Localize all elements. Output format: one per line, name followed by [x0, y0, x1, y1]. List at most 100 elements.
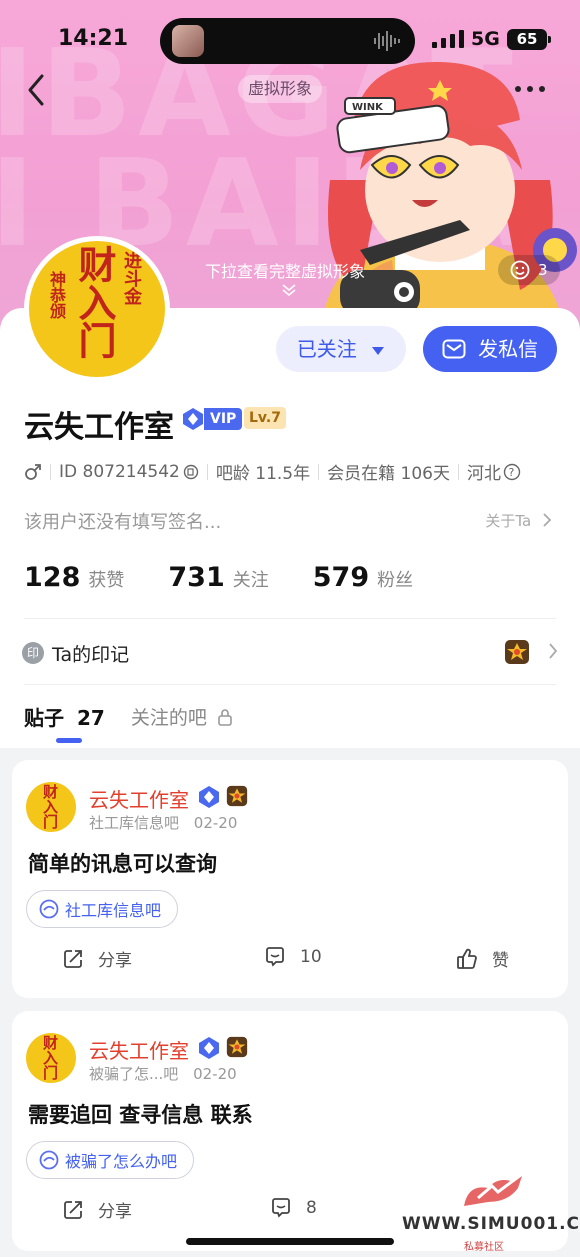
user-meta: ID 807214542 吧龄 11.5年 会员在籍 106天 河北 ? — [24, 459, 521, 484]
chevron-down-icon — [282, 284, 296, 297]
status-time: 14:21 — [58, 26, 129, 51]
stat-label: 获赞 — [88, 570, 125, 591]
battery-icon: 65 — [507, 29, 551, 50]
about-link[interactable]: 关于Ta — [485, 510, 552, 531]
medal-badge-icon — [505, 640, 529, 664]
comment-icon — [266, 947, 284, 967]
status-bar: 14:21 5G 65 — [0, 18, 580, 64]
post-card[interactable]: 财入门 云失工作室 社工库信息吧 02-20 简单的讯息可以查询 社工库信息吧 … — [12, 760, 568, 998]
bar-age: 吧龄 11.5年 — [215, 464, 311, 484]
smile-icon — [510, 260, 530, 280]
comment-button[interactable]: 8 — [270, 1197, 317, 1219]
svg-text:?: ? — [508, 466, 514, 479]
user-stats: 128 获赞 731 关注 579 粉丝 — [24, 562, 413, 593]
vip-diamond-icon — [199, 786, 219, 808]
send-message-label: 发私信 — [478, 337, 539, 361]
stat-number: 579 — [312, 562, 370, 593]
tab-followed-bars-label: 关注的吧 — [130, 707, 207, 729]
share-label: 分享 — [98, 1202, 132, 1222]
user-marks-row[interactable]: 印 Ta的印记 — [22, 638, 558, 668]
avatar-right-text: 进斗金 — [121, 251, 142, 305]
post-title[interactable]: 简单的讯息可以查询 — [28, 848, 217, 878]
avatar-image: 财入门 进斗金 神恭颁 — [29, 241, 165, 377]
virtual-avatar-illustration[interactable]: WINK — [300, 60, 580, 330]
copy-icon[interactable] — [183, 464, 199, 480]
signal-icon — [432, 30, 464, 48]
comment-icon — [272, 1198, 290, 1218]
avatar-left-text: 神恭颁 — [47, 271, 66, 319]
home-indicator[interactable] — [186, 1238, 394, 1245]
stat-followers[interactable]: 579 粉丝 — [313, 562, 413, 593]
watermark-site: WWW.SIMU001.CN — [402, 1214, 580, 1234]
user-avatar[interactable]: 财入门 进斗金 神恭颁 — [24, 236, 170, 382]
thumbs-up-icon — [457, 948, 477, 969]
post-author-badges — [198, 1036, 248, 1060]
tab-posts-label: 贴子 — [24, 706, 64, 730]
like-button[interactable]: 赞 — [456, 946, 509, 971]
svg-text:WINK: WINK — [352, 102, 384, 113]
divider — [24, 618, 556, 619]
stat-following[interactable]: 731 关注 — [168, 562, 268, 593]
post-date: 02-20 — [193, 814, 238, 832]
vip-diamond-icon — [183, 408, 203, 430]
mail-icon — [442, 339, 466, 359]
tab-indicator — [56, 738, 82, 743]
share-icon — [64, 1200, 82, 1219]
share-button[interactable]: 分享 — [62, 1197, 132, 1222]
post-author-badges — [198, 785, 248, 809]
marks-label: Ta的印记 — [52, 643, 130, 666]
watermark-logo-icon — [464, 1176, 522, 1206]
site-watermark: WWW.SIMU001.CN 私募社区 — [402, 1172, 580, 1257]
share-label: 分享 — [98, 951, 132, 971]
stat-label: 粉丝 — [377, 570, 414, 591]
post-bar-tag[interactable]: 社工库信息吧 — [26, 890, 179, 928]
vip-badge[interactable]: VIP — [182, 407, 243, 431]
vip-diamond-icon — [199, 1037, 219, 1059]
male-icon — [25, 463, 41, 480]
stat-likes[interactable]: 128 获赞 — [24, 562, 124, 593]
user-signature: 该用户还没有填写签名... — [24, 512, 222, 533]
post-author-avatar[interactable]: 财入门 — [26, 782, 76, 832]
avatar-big-text: 财入门 — [72, 245, 117, 359]
user-location: 河北 — [466, 464, 501, 484]
post-bar-tag-label: 被骗了怎么办吧 — [65, 1152, 178, 1171]
send-message-button[interactable]: 发私信 — [423, 326, 557, 372]
audio-wave-icon — [374, 31, 400, 51]
back-icon[interactable] — [22, 72, 52, 108]
share-icon — [64, 949, 82, 968]
user-id: ID 807214542 — [59, 461, 180, 482]
chevron-right-icon — [549, 643, 558, 659]
post-author-avatar[interactable]: 财入门 — [26, 1033, 76, 1083]
post-bar-name: 社工库信息吧 — [89, 814, 180, 832]
medal-badge-icon — [226, 785, 248, 807]
post-title[interactable]: 需要追回 查寻信息 联系 — [28, 1099, 253, 1129]
like-label: 赞 — [492, 951, 509, 971]
pull-hint: 下拉查看完整虚拟形象 — [205, 262, 366, 281]
avatar-like-button[interactable]: 3 — [498, 255, 560, 285]
comment-count: 8 — [306, 1198, 317, 1218]
following-button[interactable]: 已关注 — [276, 326, 406, 372]
help-icon[interactable]: ? — [503, 463, 521, 481]
post-bar-tag[interactable]: 被骗了怎么办吧 — [26, 1141, 195, 1179]
post-meta: 社工库信息吧 02-20 — [89, 812, 237, 833]
post-author-name[interactable]: 云失工作室 — [89, 784, 189, 813]
post-meta: 被骗了怎...吧 02-20 — [89, 1063, 237, 1084]
share-button[interactable]: 分享 — [62, 946, 132, 971]
tab-posts[interactable]: 贴子 27 — [24, 702, 105, 743]
comment-button[interactable]: 10 — [264, 946, 322, 968]
comment-count: 10 — [300, 947, 322, 967]
stat-number: 731 — [168, 562, 225, 593]
following-label: 已关注 — [296, 337, 357, 361]
dynamic-island — [160, 18, 415, 64]
mark-icon: 印 — [22, 642, 44, 664]
vip-label: VIP — [204, 408, 243, 430]
post-author-name[interactable]: 云失工作室 — [89, 1035, 189, 1064]
post-bar-name: 被骗了怎...吧 — [89, 1065, 179, 1083]
post-avatar-text: 财入门 — [41, 784, 59, 829]
tab-followed-bars[interactable]: 关注的吧 — [131, 703, 233, 730]
bar-icon — [39, 1150, 59, 1170]
user-name: 云失工作室 — [24, 410, 174, 445]
caret-down-icon — [372, 347, 385, 355]
post-actions: 分享 10 赞 — [12, 946, 568, 976]
stat-label: 关注 — [232, 570, 269, 591]
